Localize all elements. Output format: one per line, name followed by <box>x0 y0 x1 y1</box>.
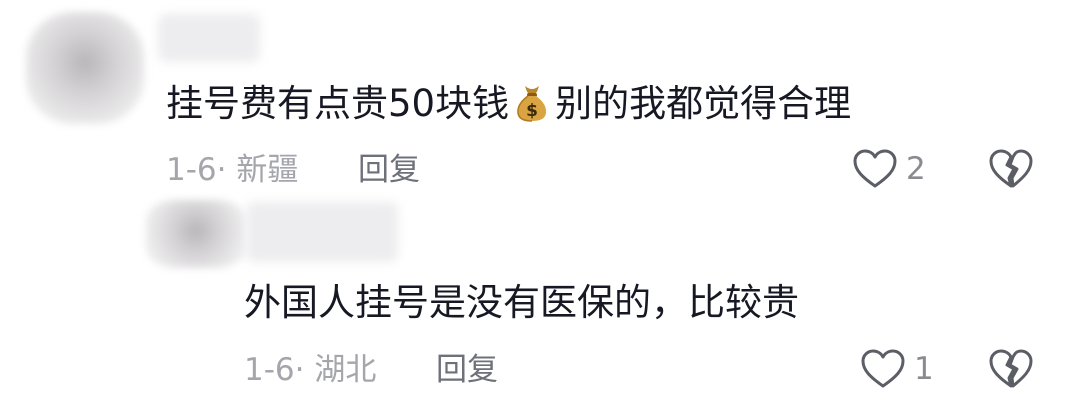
broken-heart-icon <box>988 148 1034 190</box>
dislike-button[interactable] <box>988 348 1034 390</box>
like-count: 2 <box>906 151 926 187</box>
comment-text: 挂号费有点贵50块钱 $ 别的我都觉得合理 <box>166 80 851 128</box>
comment-item: 挂号费有点贵50块钱 $ 别的我都觉得合理 1-6· 新疆 回复 2 <box>0 0 1080 200</box>
like-button[interactable]: 2 <box>852 148 926 190</box>
reply-button[interactable]: 回复 <box>436 350 498 390</box>
like-button[interactable]: 1 <box>860 348 934 390</box>
comment-text: 外国人挂号是没有医保的，比较贵 <box>244 281 799 324</box>
money-bag-icon: $ <box>513 82 551 122</box>
comment-text-part: 别的我都觉得合理 <box>555 82 852 125</box>
like-count: 1 <box>914 351 934 387</box>
comment-date-location: 1-6· 新疆 <box>166 152 299 188</box>
comment-date-location: 1-6· 湖北 <box>244 352 377 388</box>
broken-heart-icon <box>988 348 1034 390</box>
comment-text-part: 挂号费有点贵50块钱 <box>166 82 510 125</box>
dislike-button[interactable] <box>988 148 1034 190</box>
avatar[interactable] <box>146 200 246 268</box>
username-blurred[interactable] <box>246 202 398 262</box>
heart-outline-icon <box>860 348 906 390</box>
svg-text:$: $ <box>526 101 538 121</box>
reply-comment-item: 外国人挂号是没有医保的，比较贵 1-6· 湖北 回复 1 <box>0 200 1080 418</box>
username-blurred[interactable] <box>158 14 260 62</box>
avatar[interactable] <box>26 12 144 124</box>
reply-button[interactable]: 回复 <box>358 150 420 190</box>
heart-outline-icon <box>852 148 898 190</box>
